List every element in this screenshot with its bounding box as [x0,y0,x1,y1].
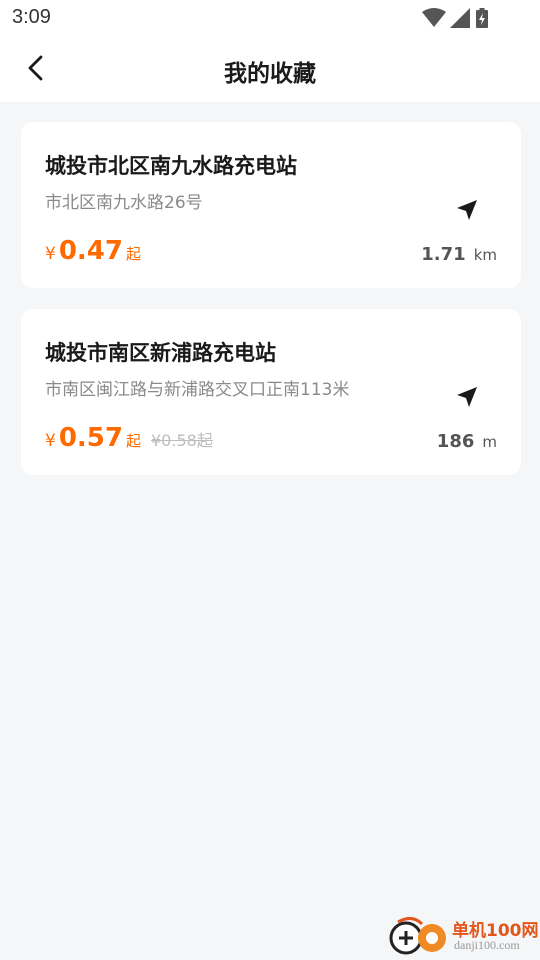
station-address: 市北区南九水路26号 [45,193,203,213]
currency-symbol: ¥ [45,431,56,451]
price-suffix: 起 [125,432,141,450]
distance: 186 m [437,431,497,452]
status-time: 3:09 [12,6,51,28]
danji100-logo-icon [389,917,446,955]
distance-unit: km [473,246,497,264]
price-row: ¥ 0.47 起 [45,236,141,270]
navigation-arrow-icon [457,387,477,407]
distance-unit: m [482,433,497,451]
cellular-signal-icon [450,8,470,28]
station-name: 城投市南区新浦路充电站 [45,341,276,365]
watermark-domain: danji100.com [454,938,520,952]
distance: 1.71 km [421,244,497,265]
battery-charging-icon [476,8,488,28]
status-bar: 3:09 [0,0,540,36]
navigate-button[interactable] [453,196,481,224]
page-title: 我的收藏 [224,61,316,87]
original-price: ¥0.58起 [151,431,213,450]
distance-value: 1.71 [421,244,466,265]
price-suffix: 起 [125,245,141,263]
price-value: 0.57 [58,423,123,453]
navigate-button[interactable] [453,383,481,411]
header-bar: 我的收藏 [0,36,540,102]
wifi-icon [422,8,446,27]
watermark: 单机100网 danji100.com [388,914,539,960]
currency-symbol: ¥ [45,244,56,264]
navigation-arrow-icon [457,200,477,220]
favorite-station-card[interactable]: 城投市北区南九水路充电站 市北区南九水路26号 ¥ 0.47 起 1.71 km [21,122,521,288]
price-value: 0.47 [58,236,123,266]
distance-value: 186 [436,431,475,452]
station-address: 市南区闽江路与新浦路交叉口正南113米 [45,380,350,400]
station-name: 城投市北区南九水路充电站 [45,154,297,178]
price-row: ¥ 0.57 起 ¥0.58起 [45,423,213,457]
favorite-station-card[interactable]: 城投市南区新浦路充电站 市南区闽江路与新浦路交叉口正南113米 ¥ 0.57 起… [21,309,521,475]
